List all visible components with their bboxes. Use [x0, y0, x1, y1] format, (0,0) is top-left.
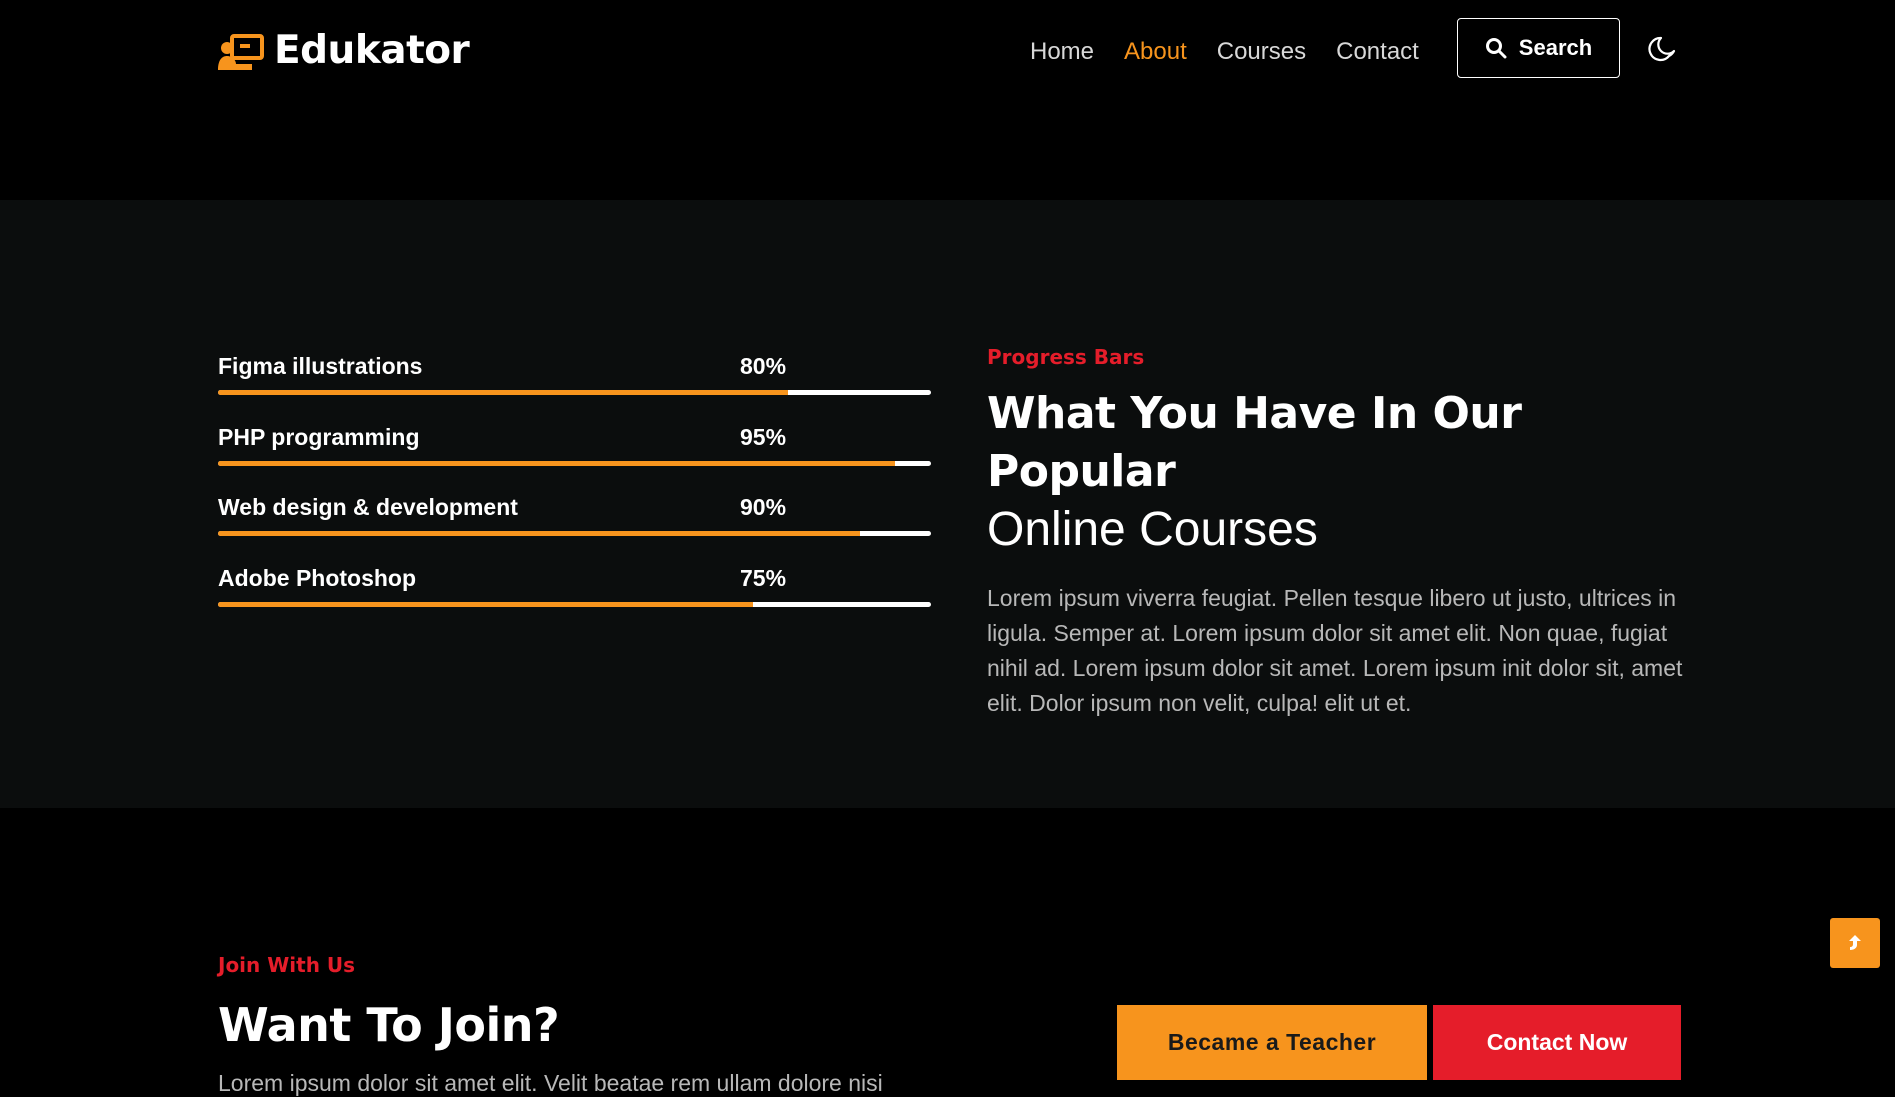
progress-bar-track: [218, 601, 931, 607]
search-button-label: Search: [1518, 35, 1593, 60]
main-nav: Home About Courses Contact: [1030, 38, 1419, 66]
progress-bar-item: Web design & development 90%: [218, 494, 931, 565]
progress-bars-list: Figma illustrations 80% PHP programming …: [218, 353, 931, 635]
search-icon: [1485, 38, 1507, 59]
join-eyebrow: Join With Us: [218, 953, 356, 977]
progress-bar-fill: [218, 390, 789, 395]
join-description: Lorem ipsum dolor sit amet elit. Velit b…: [218, 1070, 883, 1096]
brand-name: Edukator: [274, 28, 470, 73]
moon-icon[interactable]: [1648, 34, 1678, 64]
teacher-board-icon: [218, 33, 264, 70]
progress-bar-track: [218, 390, 931, 395]
join-title: Want To Join?: [218, 998, 560, 1052]
section-subtitle: Online Courses: [987, 503, 1318, 556]
progress-bar-label: Adobe Photoshop: [218, 564, 417, 591]
nav-item-contact[interactable]: Contact: [1336, 38, 1419, 66]
progress-bar-percent: 75%: [740, 564, 787, 591]
section-description: Lorem ipsum viverra feugiat. Pellen tesq…: [987, 585, 1683, 716]
progress-bar-item: Figma illustrations 80%: [218, 353, 931, 424]
progress-bar-item: Adobe Photoshop 75%: [218, 565, 931, 636]
progress-bar-fill: [218, 531, 860, 536]
progress-bar-fill: [218, 601, 753, 607]
contact-now-button[interactable]: Contact Now: [1433, 1005, 1681, 1080]
become-teacher-button[interactable]: Became a Teacher: [1117, 1005, 1427, 1080]
progress-bar-label: Web design & development: [218, 494, 518, 520]
progress-bar-percent: 95%: [740, 423, 787, 450]
nav-item-courses[interactable]: Courses: [1217, 38, 1306, 66]
arrow-up-icon: [1849, 935, 1861, 950]
scroll-to-top-button[interactable]: [1830, 918, 1880, 968]
section-eyebrow: Progress Bars: [987, 345, 1145, 369]
progress-bar-label: PHP programming: [218, 423, 420, 450]
site-header: Edukator Home About Courses Contact Sear…: [0, 0, 1895, 200]
progress-text-block: Progress Bars What You Have In Our Popul…: [987, 345, 1687, 721]
nav-item-about[interactable]: About: [1124, 38, 1187, 66]
brand-logo[interactable]: Edukator: [218, 28, 470, 73]
progress-bar-item: PHP programming 95%: [218, 424, 931, 495]
progress-bar-track: [218, 460, 931, 466]
join-section: Join With Us Want To Join? Lorem ipsum d…: [0, 808, 1895, 1096]
nav-item-home[interactable]: Home: [1030, 38, 1094, 66]
section-title: What You Have In Our Popular: [987, 388, 1522, 497]
progress-bar-percent: 80%: [740, 353, 787, 379]
progress-bar-track: [218, 531, 931, 536]
progress-bar-fill: [218, 460, 896, 466]
progress-bar-label: Figma illustrations: [218, 353, 423, 379]
progress-bar-percent: 90%: [740, 494, 787, 520]
progress-section: Figma illustrations 80% PHP programming …: [0, 200, 1895, 808]
search-button[interactable]: Search: [1457, 18, 1620, 78]
